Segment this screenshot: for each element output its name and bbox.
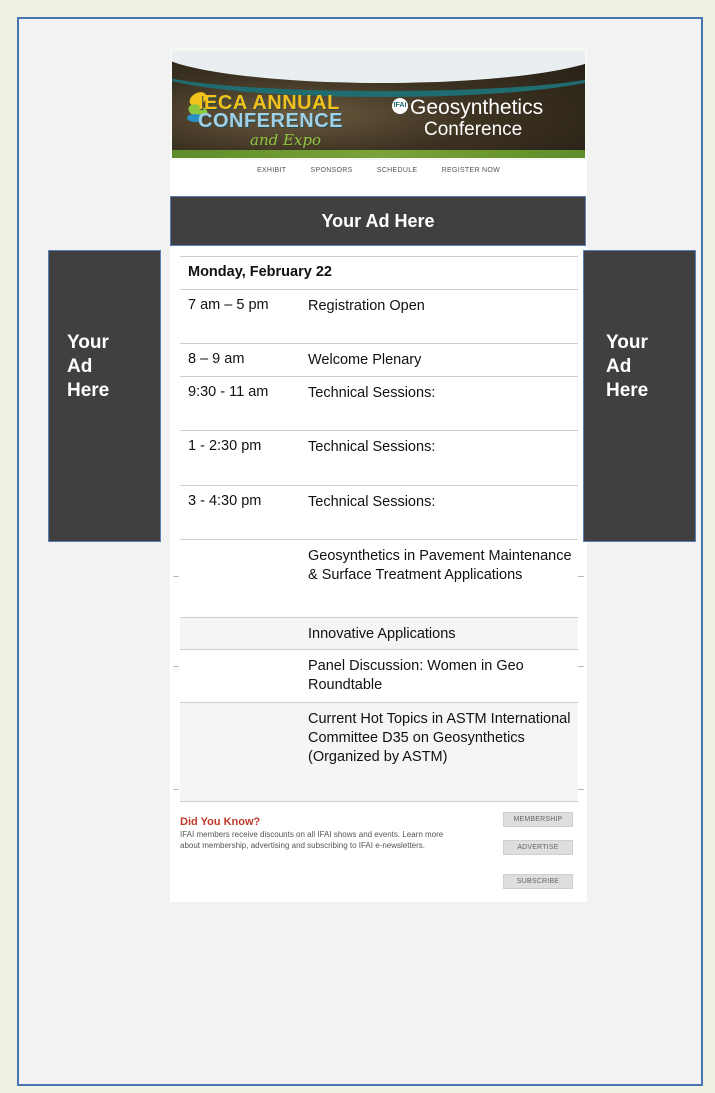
advertise-button[interactable]: ADVERTISE — [503, 840, 573, 855]
row-event: Registration Open — [308, 298, 425, 314]
nav-sponsors[interactable]: SPONSORS — [311, 167, 353, 174]
ad-right-line: Here — [606, 380, 649, 401]
membership-button[interactable]: MEMBERSHIP — [503, 812, 573, 827]
did-you-know-text: IFAI members receive discounts on all IF… — [180, 830, 444, 850]
ieca-expo-text: and Expo — [250, 131, 322, 149]
banner-wave — [172, 51, 585, 97]
row-tick — [173, 666, 179, 667]
row-time: 8 – 9 am — [188, 351, 245, 367]
row-event: Technical Sessions: — [308, 439, 436, 455]
row-tick — [578, 666, 584, 667]
ad-left-line: Your — [67, 332, 109, 353]
row-tick — [173, 789, 179, 790]
row-event: Technical Sessions: — [308, 385, 436, 401]
geosynthetics-title: Geosynthetics — [410, 96, 544, 119]
nav-register-now[interactable]: REGISTER NOW — [442, 167, 500, 174]
row-event: Current Hot Topics in ASTM International… — [308, 711, 571, 765]
table-row: 3 - 4:30 pm Technical Sessions: — [180, 485, 578, 539]
conference-banner[interactable]: IECA ANNUAL CONFERENCE and Expo IFAI Geo… — [170, 48, 587, 160]
row-event: Welcome Plenary — [308, 352, 422, 368]
row-event: Technical Sessions: — [308, 494, 436, 510]
ad-left-text: Your Ad Here — [67, 331, 127, 403]
geosynthetics-subtitle: Conference — [424, 119, 523, 140]
ad-left-line: Ad — [67, 356, 93, 377]
table-row: 8 – 9 am Welcome Plenary — [180, 343, 578, 376]
table-row: 1 - 2:30 pm Technical Sessions: — [180, 430, 578, 485]
ifai-logo-icon: IFAI — [392, 98, 408, 114]
banner-image: IECA ANNUAL CONFERENCE and Expo IFAI Geo… — [172, 51, 585, 158]
schedule-day-header: Monday, February 22 — [180, 256, 578, 289]
day-label: Monday, February 22 — [188, 264, 332, 280]
ad-left-line: Here — [67, 380, 110, 401]
nav-exhibit[interactable]: EXHIBIT — [257, 167, 286, 174]
ad-right-line: Ad — [606, 356, 632, 377]
row-event: Innovative Applications — [308, 626, 456, 642]
row-time: 3 - 4:30 pm — [188, 493, 262, 509]
nav-schedule[interactable]: SCHEDULE — [377, 167, 418, 174]
row-tick — [173, 576, 179, 577]
row-tick — [578, 789, 584, 790]
ieca-title-line2: CONFERENCE — [198, 110, 344, 132]
table-row: 7 am – 5 pm Registration Open — [180, 289, 578, 343]
table-row: 9:30 - 11 am Technical Sessions: — [180, 376, 578, 430]
banner-grass — [172, 150, 585, 158]
row-event: Panel Discussion: Women in Geo Roundtabl… — [308, 658, 524, 693]
row-time: 7 am – 5 pm — [188, 297, 269, 313]
table-row: Innovative Applications — [180, 617, 578, 649]
row-tick — [578, 576, 584, 577]
ad-right-text: Your Ad Here — [606, 331, 666, 403]
row-time: 9:30 - 11 am — [188, 384, 269, 400]
top-nav: EXHIBIT SPONSORS SCHEDULE REGISTER NOW — [170, 167, 587, 174]
ad-sidebar-right[interactable]: Your Ad Here — [583, 250, 696, 542]
subscribe-button[interactable]: SUBSCRIBE — [503, 874, 573, 889]
ad-sidebar-left[interactable]: Your Ad Here — [48, 250, 161, 542]
table-row: Geosynthetics in Pavement Maintenance & … — [180, 539, 578, 617]
ad-banner-top[interactable]: Your Ad Here — [170, 196, 586, 246]
row-event: Geosynthetics in Pavement Maintenance & … — [308, 548, 572, 583]
did-you-know-title: Did You Know? — [180, 816, 261, 828]
table-row: Current Hot Topics in ASTM International… — [180, 702, 578, 802]
row-time: 1 - 2:30 pm — [188, 438, 262, 454]
ad-right-line: Your — [606, 332, 648, 353]
table-row: Panel Discussion: Women in Geo Roundtabl… — [180, 649, 578, 702]
